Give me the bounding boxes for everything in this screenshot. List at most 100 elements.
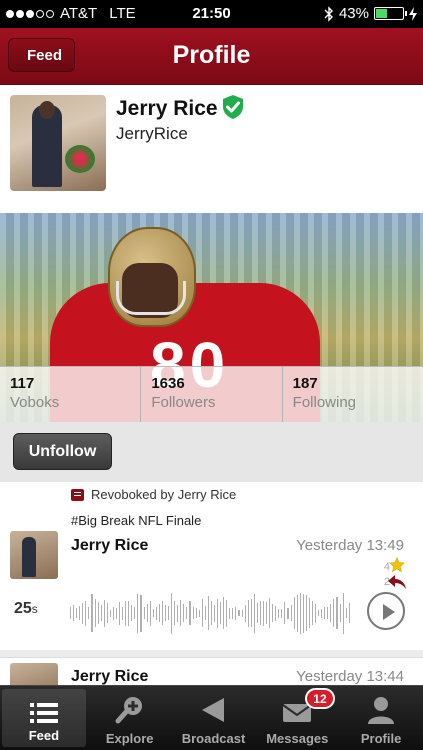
waveform-bar <box>342 592 344 634</box>
waveform-bar <box>217 598 219 628</box>
waveform-bar <box>146 604 148 622</box>
profile-avatar[interactable] <box>10 95 106 191</box>
tab-broadcast[interactable]: Broadcast <box>172 686 256 750</box>
waveform-bar <box>213 604 215 622</box>
waveform-bar <box>229 607 231 619</box>
waveform-bar <box>315 603 317 623</box>
waveform-bar <box>171 592 173 634</box>
waveform-bar <box>272 604 274 622</box>
waveform-bar <box>287 607 289 619</box>
stat-label: Following <box>292 394 357 411</box>
post-hashtag[interactable]: #Big Break NFL Finale <box>71 513 201 528</box>
tab-bar: Feed Explore Broadcast 12 Messages Profi… <box>0 685 423 750</box>
waveform-bar <box>122 606 124 620</box>
waveform-bar <box>253 593 255 633</box>
play-button[interactable] <box>367 592 405 630</box>
tab-profile[interactable]: Profile <box>339 686 423 750</box>
waveform-bar <box>177 604 179 622</box>
tab-label: Broadcast <box>181 731 246 746</box>
waveform-bar <box>241 609 243 617</box>
stat-voboks[interactable]: 117 Voboks <box>0 367 142 422</box>
revobok-text: Revoboked by Jerry Rice <box>91 487 237 502</box>
waveform-bar <box>244 604 246 622</box>
tab-messages[interactable]: 12 Messages <box>255 686 339 750</box>
waveform-bar <box>149 600 151 626</box>
waveform-bar <box>262 600 264 626</box>
tab-label: Messages <box>266 731 329 746</box>
waveform-bar <box>91 594 93 632</box>
stat-following[interactable]: 187 Following <box>283 367 423 422</box>
revobok-comment-icon <box>71 488 84 501</box>
waveform-bar <box>324 607 326 619</box>
waveform-bar <box>296 594 298 632</box>
list-icon <box>29 703 58 723</box>
waveform-bar <box>128 600 130 626</box>
waveform-bar <box>152 609 154 617</box>
audio-duration: 25s <box>14 600 38 618</box>
stat-followers[interactable]: 1636 Followers <box>141 367 283 422</box>
waveform-bar <box>134 607 136 619</box>
waveform-bar <box>186 607 188 619</box>
tab-explore[interactable]: Explore <box>88 686 172 750</box>
unfollow-button[interactable]: Unfollow <box>13 433 112 470</box>
waveform-bar <box>232 607 234 619</box>
waveform-bar <box>155 606 157 620</box>
stat-count: 187 <box>292 375 318 392</box>
waveform-bar <box>106 603 108 623</box>
post-author[interactable]: Jerry Rice <box>71 537 148 555</box>
star-icon[interactable] <box>389 557 405 573</box>
tab-label: Profile <box>360 731 402 746</box>
profile-header: Jerry Rice JerryRice <box>0 85 423 213</box>
waveform-bar <box>290 605 292 621</box>
stat-count: 1636 <box>151 375 185 392</box>
stat-label: Followers <box>151 394 216 411</box>
waveform-bar <box>327 607 329 619</box>
nav-bar: Feed Profile <box>0 28 423 85</box>
waveform-bar <box>281 608 283 618</box>
audio-waveform[interactable] <box>70 590 350 636</box>
profile-name: Jerry Rice <box>116 97 218 120</box>
waveform-bar <box>336 597 338 629</box>
waveform-bar <box>131 605 133 621</box>
waveform-bar <box>226 599 228 627</box>
verified-badge-icon <box>223 95 243 119</box>
waveform-bar <box>250 599 252 627</box>
waveform-bar <box>158 604 160 622</box>
waveform-bar <box>180 600 182 626</box>
waveform-bar <box>259 601 261 625</box>
waveform-bar <box>97 602 99 624</box>
post-avatar[interactable] <box>10 531 58 579</box>
feed-post[interactable]: Revoboked by Jerry Rice #Big Break NFL F… <box>0 482 423 650</box>
waveform-bar <box>299 592 301 634</box>
waveform-bar <box>161 601 163 625</box>
duration-unit: s <box>31 602 38 616</box>
battery-level-fill <box>376 9 388 18</box>
tab-label: Feed <box>28 728 60 743</box>
waveform-bar <box>143 607 145 619</box>
waveform-bar <box>345 608 347 618</box>
person-icon <box>368 697 395 724</box>
tab-feed[interactable]: Feed <box>2 689 86 747</box>
post-author[interactable]: Jerry Rice <box>71 668 148 686</box>
waveform-bar <box>137 593 139 633</box>
status-right: 43% <box>324 5 417 22</box>
waveform-bar <box>103 599 105 627</box>
waveform-bar <box>109 609 111 617</box>
waveform-bar <box>305 595 307 631</box>
stat-label: Voboks <box>10 394 60 411</box>
bluetooth-icon <box>324 5 333 22</box>
waveform-bar <box>79 606 81 620</box>
waveform-bar <box>85 600 87 626</box>
status-bar: AT&T LTE 21:50 43% <box>0 0 423 28</box>
waveform-bar <box>73 605 75 621</box>
app-screen: AT&T LTE 21:50 43% Feed Profile Jerry Ri… <box>0 0 423 750</box>
revobok-arrow-icon[interactable] <box>387 574 407 590</box>
post-timestamp: Yesterday 13:44 <box>296 668 404 685</box>
duration-value: 25 <box>14 600 32 617</box>
waveform-bar <box>275 605 277 621</box>
waveform-bar <box>70 607 72 619</box>
waveform-bar <box>76 608 78 618</box>
waveform-bar <box>164 605 166 621</box>
waveform-bar <box>112 606 114 620</box>
waveform-bar <box>293 597 295 629</box>
